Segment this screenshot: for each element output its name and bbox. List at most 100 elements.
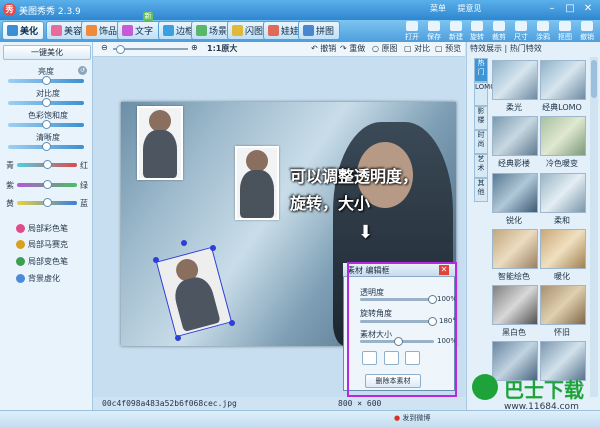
save-button[interactable]: 保存: [423, 21, 445, 41]
effect-thumb[interactable]: [540, 285, 586, 325]
local-mosaic-tool[interactable]: 局部马赛克: [16, 239, 68, 250]
save-icon: [428, 21, 440, 31]
blue-label: 蓝: [80, 199, 88, 208]
effect-thumb[interactable]: [492, 229, 538, 269]
new-icon: [450, 21, 462, 31]
weibo-icon: ●: [394, 414, 401, 422]
watermark-circle-icon: [472, 374, 498, 400]
contrast-knob[interactable]: [42, 98, 51, 107]
effect-thumb[interactable]: [540, 229, 586, 269]
blur-bg-icon: [16, 274, 25, 283]
effect-label: 黑白色: [502, 328, 526, 337]
open-button[interactable]: 打开: [401, 21, 423, 41]
cyan-red-knob[interactable]: [43, 160, 52, 169]
effects-scrollbar[interactable]: [590, 57, 598, 397]
sticker-face: [246, 150, 268, 172]
feedback-link[interactable]: 提意见: [458, 4, 482, 13]
effect-thumb[interactable]: [540, 173, 586, 213]
makeup-icon: [51, 25, 62, 36]
rotate-button[interactable]: 旋转: [466, 21, 488, 41]
red-label: 红: [80, 161, 88, 170]
vtab-lomo[interactable]: LOMO: [474, 82, 496, 106]
effect-thumb[interactable]: [492, 60, 538, 100]
resize-handle[interactable]: [181, 240, 187, 246]
purple-label: 紫: [6, 181, 14, 190]
tab-beautify[interactable]: 美化: [2, 21, 44, 40]
image-dimensions: 800 × 600: [338, 399, 382, 408]
new-badge: 新: [143, 12, 153, 21]
actual-size-button[interactable]: 1:1原大: [207, 43, 237, 54]
effect-thumb[interactable]: [540, 116, 586, 156]
yellow-blue-knob[interactable]: [43, 198, 52, 207]
resize-handle[interactable]: [229, 320, 235, 326]
resize-handle[interactable]: [153, 257, 159, 263]
new-button[interactable]: 新建: [445, 21, 467, 41]
annotation-caption: 可以调整透明度， 旋转，大小: [290, 163, 465, 217]
effect-thumb[interactable]: [492, 116, 538, 156]
effect-label: 柔光: [506, 103, 522, 112]
vtab-hot[interactable]: 热门: [474, 58, 488, 82]
effect-label: 智能绘色: [498, 272, 530, 281]
effect-label: 锐化: [506, 216, 522, 225]
highlight-box: [347, 262, 457, 397]
menu-link[interactable]: 菜单: [430, 4, 446, 13]
crop-button[interactable]: 裁剪: [488, 21, 510, 41]
resize-handle[interactable]: [175, 335, 181, 341]
resize-icon: [515, 21, 527, 31]
cutout-icon: [559, 21, 571, 31]
sticker-face: [149, 110, 171, 132]
reset-icon[interactable]: ↺: [78, 66, 87, 75]
resize-button[interactable]: 尺寸: [510, 21, 532, 41]
frame-icon: [163, 25, 174, 36]
vtab-other[interactable]: 其他: [474, 178, 488, 202]
mosaic-icon: [16, 240, 25, 249]
sticker-body: [143, 130, 177, 178]
effect-thumb[interactable]: [492, 285, 538, 325]
undo-link[interactable]: ↶ 撤销: [311, 43, 336, 54]
effect-label: 冷色暖变: [546, 159, 578, 168]
close-icon[interactable]: ✕: [582, 3, 594, 15]
one-click-beautify-button[interactable]: 一键美化: [3, 45, 91, 60]
saturation-knob[interactable]: [42, 120, 51, 129]
green-label: 绿: [80, 181, 88, 190]
preview-link[interactable]: ▢ 预览: [435, 43, 461, 54]
effect-thumb[interactable]: [540, 60, 586, 100]
share-weibo-link[interactable]: ● 发到微博: [394, 413, 430, 423]
cutout-button[interactable]: 抠图: [554, 21, 576, 41]
purple-green-knob[interactable]: [43, 180, 52, 189]
undo-icon: [581, 21, 593, 31]
effect-label: 怀旧: [554, 328, 570, 337]
zoom-knob[interactable]: [116, 45, 125, 54]
effect-thumb[interactable]: [492, 173, 538, 213]
undo-button[interactable]: 撤销: [576, 21, 598, 41]
doll-icon: [268, 25, 279, 36]
local-color-pen-tool[interactable]: 局部彩色笔: [16, 223, 68, 234]
effect-label: 经典LOMO: [542, 103, 582, 112]
doodle-button[interactable]: 涂鸦: [532, 21, 554, 41]
brightness-knob[interactable]: [42, 76, 51, 85]
vtab-studio[interactable]: 影楼: [474, 106, 488, 130]
compare-link[interactable]: ▢ 对比: [404, 43, 430, 54]
scrollbar-thumb[interactable]: [591, 60, 597, 98]
zoom-out-icon[interactable]: ⊖: [101, 43, 108, 52]
window-title: 美图秀秀 2.3.9: [19, 7, 81, 17]
vtab-art[interactable]: 艺术: [474, 154, 488, 178]
original-link[interactable]: ○ 原图: [372, 43, 398, 54]
sticker-photo-1[interactable]: [137, 106, 183, 180]
crop-icon: [493, 21, 505, 31]
effect-label: 柔和: [554, 216, 570, 225]
resize-handle[interactable]: [210, 245, 216, 251]
tab-text[interactable]: 文字: [117, 21, 163, 40]
redo-link[interactable]: ↷ 重做: [340, 43, 365, 54]
sticker-photo-2[interactable]: [235, 146, 279, 220]
sharpness-knob[interactable]: [42, 142, 51, 151]
local-recolor-pen-tool[interactable]: 局部变色笔: [16, 256, 68, 267]
yellow-label: 黄: [6, 199, 14, 208]
text-icon: [122, 25, 133, 36]
minimize-icon[interactable]: –: [546, 3, 558, 15]
zoom-in-icon[interactable]: ⊕: [191, 43, 198, 52]
background-blur-tool[interactable]: 背景虚化: [16, 273, 60, 284]
maximize-icon[interactable]: □: [564, 3, 576, 15]
tab-collage[interactable]: 拼图: [298, 21, 340, 40]
vtab-fashion[interactable]: 时尚: [474, 130, 488, 154]
